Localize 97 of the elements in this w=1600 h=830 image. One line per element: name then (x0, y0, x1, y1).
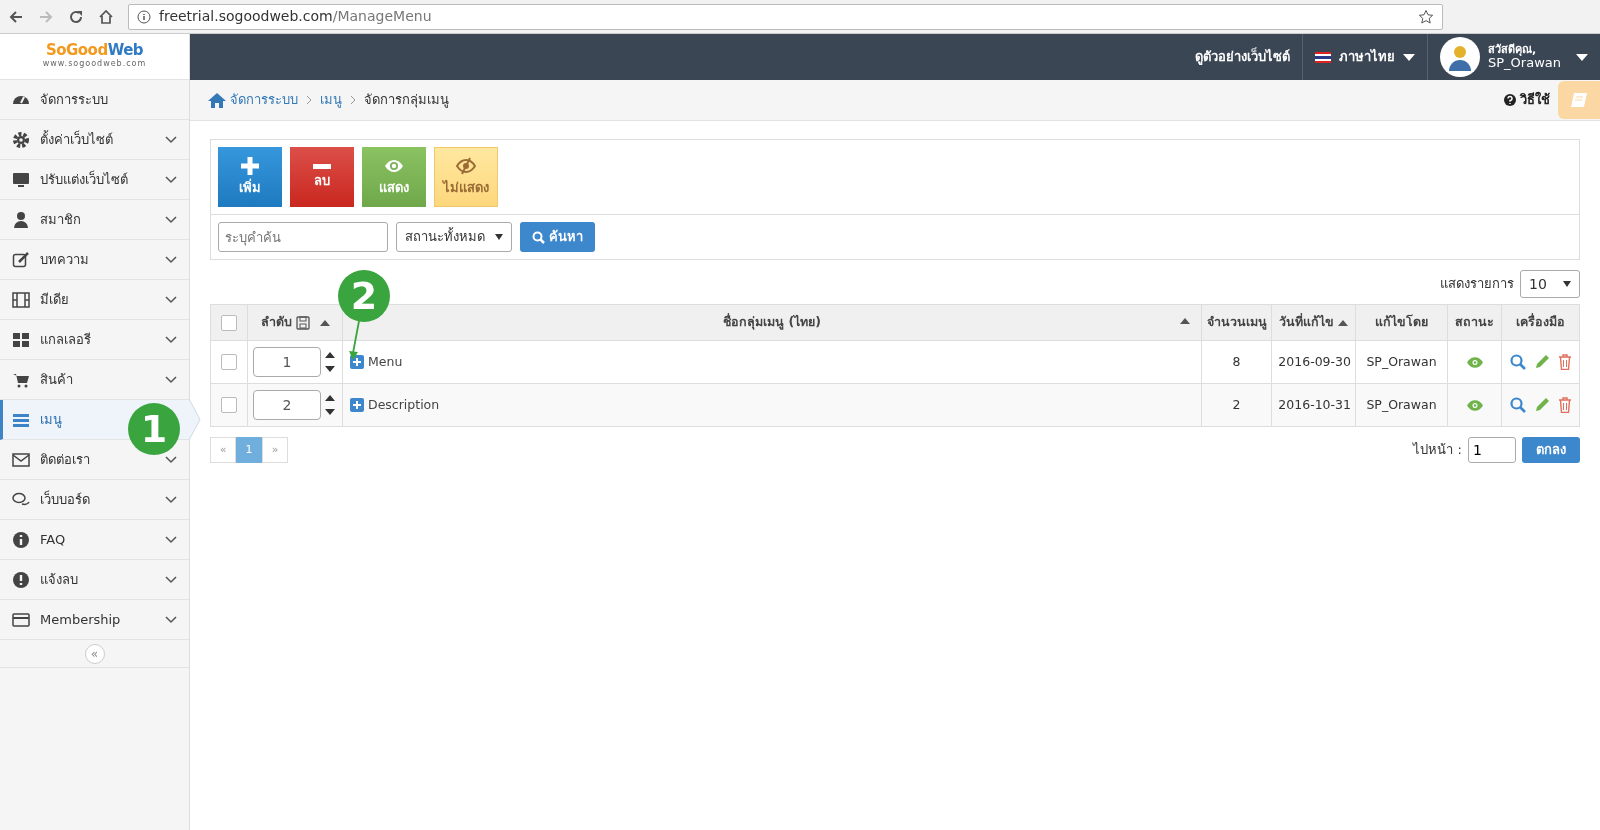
trash-icon[interactable] (1557, 354, 1572, 370)
expand-icon[interactable] (350, 355, 364, 369)
order-field[interactable]: 1 (253, 347, 321, 377)
sidebar-item[interactable]: ปรับแต่งเว็บไซต์ (0, 160, 189, 200)
user-icon (12, 210, 30, 229)
delete-button[interactable]: ลบ (290, 147, 354, 207)
minus-icon (312, 163, 332, 169)
step-callout-tooltip: 2 (338, 270, 390, 322)
info-icon (137, 9, 151, 24)
caret-icon (1403, 53, 1415, 61)
breadcrumb-link[interactable]: เมนู (320, 90, 342, 110)
eye-slash-icon (456, 156, 476, 177)
back-icon[interactable] (8, 8, 24, 25)
row-checkbox[interactable] (221, 397, 237, 413)
home-icon (208, 92, 226, 108)
page-size-label: แสดงรายการ (1440, 275, 1514, 294)
group-name: Description (368, 395, 440, 414)
breadcrumb-link[interactable]: จัดการระบบ (208, 90, 298, 110)
help-link[interactable]: วิธีใช้ (1504, 90, 1550, 110)
column-header[interactable]: ลำดับ (260, 313, 292, 332)
grid-icon (12, 330, 30, 349)
menu-count: 8 (1232, 353, 1241, 369)
modified-date: 2016-09-30 (1278, 353, 1351, 369)
monitor-icon (12, 170, 30, 189)
greeting-text: สวัสดีคุณ, (1488, 43, 1538, 56)
plus-icon (240, 156, 260, 177)
search-field[interactable]: ระบุคำค้น (218, 222, 388, 252)
eye-icon[interactable] (1466, 399, 1483, 411)
sort-icon[interactable] (1180, 318, 1190, 325)
eye-icon[interactable] (1466, 356, 1483, 368)
logo[interactable]: SoGoodWeb www.sogoodweb.com (0, 34, 189, 80)
row-checkbox[interactable] (221, 354, 237, 370)
up-down-arrows-icon[interactable] (325, 352, 335, 372)
sidebar-item[interactable]: ตั้งค่าเว็บไซต์ (0, 120, 189, 160)
sidebar-item[interactable]: FAQ (0, 520, 189, 560)
collapse-button[interactable]: « (84, 643, 105, 664)
save-icon[interactable] (295, 315, 310, 330)
go-to-page-label: ไปหน้า : (1413, 441, 1462, 460)
select-all-checkbox[interactable] (221, 314, 237, 331)
expand-icon[interactable] (350, 398, 364, 412)
sidebar-item[interactable]: มีเดีย (0, 280, 189, 320)
sort-icon[interactable] (1338, 319, 1348, 326)
add-button[interactable]: เพิ่ม (218, 147, 282, 207)
group-name: Menu (368, 352, 403, 371)
order-field[interactable]: 2 (253, 390, 321, 420)
flag-icon (1315, 51, 1331, 63)
breadcrumb-current: จัดการกลุ่มเมนู (364, 91, 449, 110)
preview-site-link[interactable]: ดูตัวอย่างเว็บไซต์ (1183, 34, 1302, 80)
sidebar-item[interactable]: Membership (0, 600, 189, 640)
home-icon[interactable] (98, 8, 114, 25)
up-down-arrows-icon[interactable] (325, 395, 335, 415)
status-dropdown[interactable]: สถานะทั้งหมด (396, 222, 512, 252)
pencil-icon[interactable] (1533, 397, 1550, 413)
edit-icon (12, 250, 30, 269)
book-icon (1570, 92, 1588, 108)
alert-icon (12, 570, 30, 589)
film-icon (12, 290, 30, 309)
user-silhouette-icon (1446, 43, 1474, 71)
reload-icon[interactable] (68, 8, 84, 25)
envelope-icon (12, 450, 30, 469)
chevron-right-icon (350, 95, 356, 105)
modified-date: 2016-10-31 (1278, 396, 1351, 412)
card-icon (12, 610, 30, 629)
help-icon (1504, 94, 1516, 106)
star-icon[interactable] (1418, 8, 1434, 25)
address-bar[interactable]: freetrial.sogoodweb.com/ManageMenu (128, 3, 1443, 30)
caret-icon (495, 234, 503, 240)
sidebar-item[interactable]: จัดการระบบ (0, 80, 189, 120)
caret-icon (1563, 281, 1571, 287)
sidebar-item[interactable]: บทความ (0, 240, 189, 280)
search-icon[interactable] (1509, 397, 1526, 413)
go-button[interactable]: ตกลง (1522, 437, 1580, 463)
sidebar-item[interactable]: เว็บบอร์ด (0, 480, 189, 520)
caret-icon (1576, 53, 1588, 61)
modified-by: SP_Orawan (1366, 353, 1437, 369)
page-size-dropdown[interactable]: 10 (1520, 270, 1580, 298)
pencil-icon[interactable] (1533, 354, 1550, 370)
dashboard-icon (12, 94, 30, 105)
user-name: SP_Orawan (1488, 55, 1562, 71)
settings-icon (12, 130, 30, 149)
sidebar-item[interactable]: สมาชิก (0, 200, 189, 240)
trash-icon[interactable] (1557, 397, 1572, 413)
chevron-right-icon (306, 95, 312, 105)
leader-line (349, 321, 361, 361)
modified-by: SP_Orawan (1366, 396, 1437, 412)
sidebar-item[interactable]: แจ้งลบ (0, 560, 189, 600)
hide-button[interactable]: ไม่แสดง (434, 147, 498, 207)
sidebar-item[interactable]: แกลเลอรี (0, 320, 189, 360)
column-header[interactable]: ชื่อกลุ่มเมนู (ไทย) (723, 313, 821, 332)
menu-count: 2 (1232, 396, 1241, 412)
search-button[interactable]: ค้นหา (520, 222, 595, 252)
search-icon (532, 230, 545, 244)
page-number-field[interactable]: 1 (1468, 437, 1516, 463)
info-icon (12, 530, 30, 549)
sort-icon[interactable] (319, 319, 330, 326)
url-text: freetrial.sogoodweb.com/ManageMenu (159, 7, 432, 26)
search-icon[interactable] (1509, 354, 1526, 370)
